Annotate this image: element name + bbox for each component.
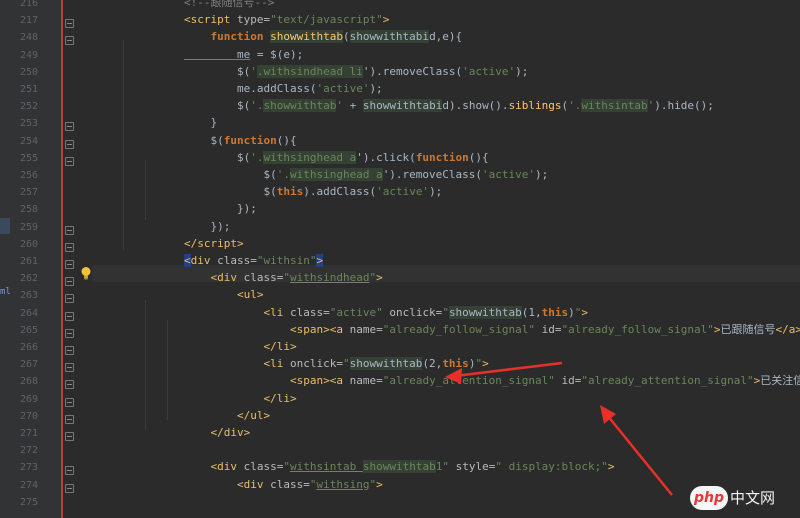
fold-marker-icon[interactable] xyxy=(65,397,74,407)
line-number: 265 xyxy=(19,324,38,336)
fold-marker-icon[interactable] xyxy=(65,466,74,476)
fold-marker-icon[interactable] xyxy=(65,294,74,304)
line-number: 217 xyxy=(19,15,38,27)
line-number: 271 xyxy=(19,428,38,439)
fold-marker-icon[interactable] xyxy=(65,328,74,338)
fold-marker-icon[interactable] xyxy=(65,346,74,355)
annotation-arrow-lower xyxy=(600,405,673,496)
line-number: 253 xyxy=(19,118,38,130)
watermark-site: 中文网 xyxy=(730,489,776,507)
fold-marker-icon[interactable] xyxy=(65,156,74,166)
line-number: 268 xyxy=(19,376,38,388)
line-number: 269 xyxy=(19,393,38,405)
line-number: 256 xyxy=(19,170,38,181)
line-number: 261 xyxy=(19,256,38,267)
line-number: 248 xyxy=(19,32,38,44)
line-number: 272 xyxy=(19,445,38,457)
fold-marker-icon[interactable] xyxy=(65,139,74,149)
line-number: 254 xyxy=(19,135,38,147)
line-number: 258 xyxy=(19,204,38,216)
watermark-badge: php xyxy=(690,486,728,510)
line-number: 274 xyxy=(19,479,38,491)
line-number: 262 xyxy=(19,273,38,285)
code-editor[interactable]: ml <!--跟随信号--> <script type="text/javascr… xyxy=(0,0,800,518)
line-number: 255 xyxy=(19,152,38,164)
site-watermark: php 中文网 xyxy=(690,484,798,514)
fold-marker-icon[interactable] xyxy=(65,122,74,132)
fold-marker-icon[interactable] xyxy=(65,380,74,390)
annotation-arrows xyxy=(445,361,673,496)
fold-marker-icon[interactable] xyxy=(65,225,74,235)
line-number: 216 xyxy=(19,0,38,9)
fold-marker-icon[interactable] xyxy=(65,432,74,441)
line-number: 266 xyxy=(19,342,38,353)
fold-marker-icon[interactable] xyxy=(65,311,74,321)
fold-marker-icon[interactable] xyxy=(65,363,74,373)
line-number: 250 xyxy=(19,66,38,78)
line-number: 270 xyxy=(19,410,38,422)
fold-marker-icon[interactable] xyxy=(65,19,74,29)
line-number: 275 xyxy=(19,496,38,508)
fold-marker-icon[interactable] xyxy=(65,260,74,269)
fold-marker-icon[interactable] xyxy=(65,242,74,252)
fold-marker-icon[interactable] xyxy=(65,483,74,493)
fold-marker-icon[interactable] xyxy=(65,36,74,46)
fold-marker-icon[interactable] xyxy=(65,414,74,424)
line-number: 260 xyxy=(19,238,38,250)
line-number: 259 xyxy=(19,221,38,233)
fold-marker-icon[interactable] xyxy=(65,277,74,287)
line-number: 251 xyxy=(19,84,38,95)
line-number: 264 xyxy=(19,307,38,319)
line-number: 252 xyxy=(19,101,38,113)
line-number: 263 xyxy=(19,290,38,302)
line-number: 273 xyxy=(19,462,38,474)
annotation-arrow-upper xyxy=(445,361,563,384)
line-number: 257 xyxy=(19,187,38,199)
line-number: 267 xyxy=(19,359,38,371)
line-number: 249 xyxy=(19,49,38,61)
